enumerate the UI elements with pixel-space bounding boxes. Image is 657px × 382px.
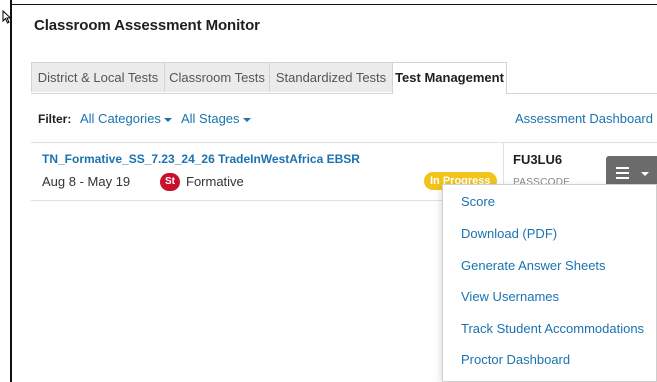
category-filter-dropdown[interactable]: All Categories — [80, 111, 172, 126]
test-dates: Aug 8 - May 19 — [42, 174, 131, 189]
mouse-cursor-icon — [2, 10, 12, 24]
menu-item-download-pdf[interactable]: Download (PDF) — [461, 226, 557, 241]
menu-item-track-student-accommodations[interactable]: Track Student Accommodations — [461, 321, 644, 336]
menu-item-score[interactable]: Score — [461, 194, 495, 209]
tab-test-management[interactable]: Test Management — [392, 62, 507, 94]
menu-item-generate-answer-sheets[interactable]: Generate Answer Sheets — [461, 258, 606, 273]
assessment-dashboard-link[interactable]: Assessment Dashboard — [515, 111, 653, 126]
page-title: Classroom Assessment Monitor — [34, 17, 260, 34]
tabs-divider — [31, 93, 657, 94]
stage-filter-label: All Stages — [181, 111, 240, 126]
tab-classroom-tests[interactable]: Classroom Tests — [164, 62, 270, 92]
passcode-value: FU3LU6 — [513, 152, 563, 167]
filter-label: Filter: — [38, 112, 72, 126]
stage-filter-dropdown[interactable]: All Stages — [181, 111, 251, 126]
window-border-left — [10, 0, 12, 382]
menu-item-proctor-dashboard[interactable]: Proctor Dashboard — [461, 352, 570, 367]
test-type: Formative — [186, 174, 244, 189]
tab-standardized-tests[interactable]: Standardized Tests — [269, 62, 393, 92]
chevron-down-icon — [641, 172, 649, 176]
subject-badge: St — [160, 173, 180, 191]
chevron-down-icon — [242, 117, 251, 122]
menu-item-view-usernames[interactable]: View Usernames — [461, 289, 559, 304]
hamburger-icon — [616, 167, 629, 182]
window-border-top — [10, 4, 657, 5]
chevron-down-icon — [163, 117, 172, 122]
actions-dropdown-menu: Score Download (PDF) Generate Answer She… — [442, 184, 657, 382]
tab-district-local-tests[interactable]: District & Local Tests — [31, 62, 165, 92]
row-divider — [31, 142, 657, 143]
category-filter-label: All Categories — [80, 111, 161, 126]
test-name-link[interactable]: TN_Formative_SS_7.23_24_26 TradeInWestAf… — [42, 152, 360, 166]
